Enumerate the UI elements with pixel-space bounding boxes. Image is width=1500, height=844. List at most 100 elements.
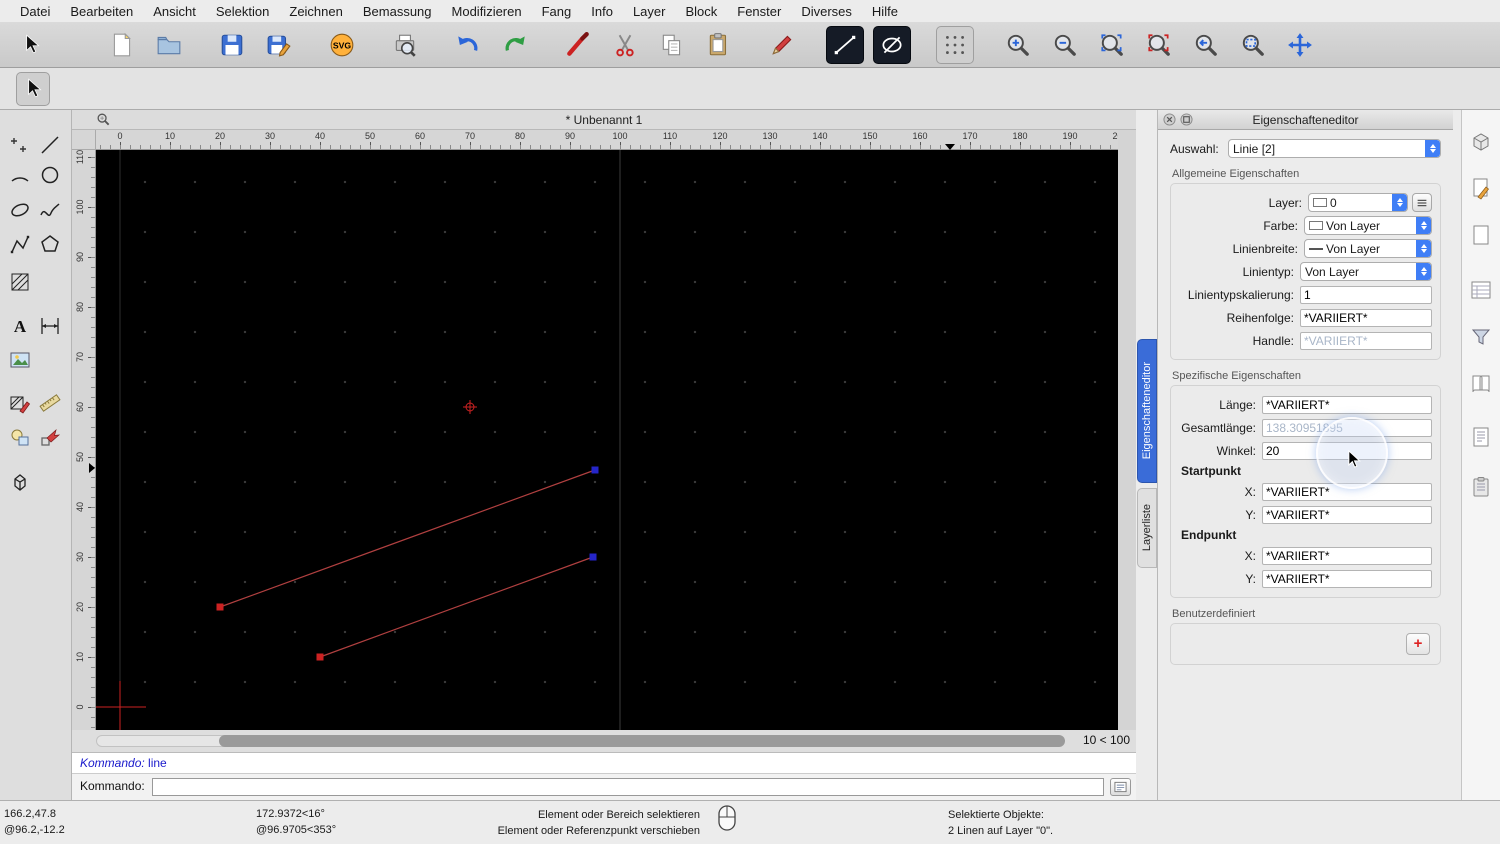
- end-x-input[interactable]: [1262, 547, 1432, 565]
- absolute-coordinates: 166.2,47.8: [4, 806, 65, 822]
- end-y-input[interactable]: [1262, 570, 1432, 588]
- tab-property-editor[interactable]: Eigenschafteneditor: [1137, 339, 1157, 483]
- menu-item-fenster[interactable]: Fenster: [727, 4, 791, 19]
- v-ruler-tick: 20: [75, 602, 85, 612]
- draw-order-input[interactable]: [1300, 309, 1432, 327]
- start-x-label: X:: [1179, 485, 1258, 499]
- menu-item-block[interactable]: Block: [675, 4, 727, 19]
- absolute-polar: 172.9372<16°: [256, 806, 336, 822]
- viewports-panel-button[interactable]: [1466, 127, 1496, 157]
- lineweight-combo[interactable]: Von Layer: [1304, 239, 1432, 258]
- menu-item-selektion[interactable]: Selektion: [206, 4, 279, 19]
- command-history-panel-button[interactable]: [1466, 422, 1496, 452]
- selection-tool-button[interactable]: [12, 26, 50, 64]
- undo-button[interactable]: [449, 26, 487, 64]
- menu-item-layer[interactable]: Layer: [623, 4, 676, 19]
- solid-tools-button[interactable]: [5, 467, 35, 497]
- add-custom-property-button[interactable]: +: [1406, 633, 1430, 655]
- selection-pointer-button[interactable]: [16, 72, 50, 106]
- print-preview-button[interactable]: [386, 26, 424, 64]
- spline-tools-button[interactable]: [35, 195, 65, 225]
- menu-item-bearbeiten[interactable]: Bearbeiten: [60, 4, 143, 19]
- measure-tools-button[interactable]: [35, 388, 65, 418]
- image-tool-button[interactable]: [5, 345, 35, 375]
- zoom-previous-button[interactable]: [1187, 26, 1225, 64]
- menu-item-ansicht[interactable]: Ansicht: [143, 4, 206, 19]
- command-row: Kommando:: [72, 773, 1136, 800]
- tab-layer-list[interactable]: Layerliste: [1137, 488, 1157, 568]
- menu-item-zeichnen[interactable]: Zeichnen: [279, 4, 352, 19]
- grid-toggle-button[interactable]: [936, 26, 974, 64]
- cut-button[interactable]: [606, 26, 644, 64]
- redo-button[interactable]: [496, 26, 534, 64]
- menu-item-datei[interactable]: Datei: [10, 4, 60, 19]
- selection-filter-panel-button[interactable]: [1466, 322, 1496, 352]
- circle-tools-button[interactable]: [35, 160, 65, 190]
- color-combo[interactable]: Von Layer: [1304, 216, 1432, 235]
- zoom-selection-button[interactable]: [1140, 26, 1178, 64]
- horizontal-scrollbar-thumb[interactable]: [219, 735, 1065, 747]
- menu-item-modifizieren[interactable]: Modifizieren: [442, 4, 532, 19]
- layer-menu-button[interactable]: [1412, 193, 1432, 212]
- svg-export-button[interactable]: SVG: [323, 26, 361, 64]
- right-dock-bar: [1461, 110, 1500, 800]
- dimension-tools-button[interactable]: [35, 311, 65, 341]
- mouse-hint-icon: [718, 805, 736, 834]
- command-options-button[interactable]: [1110, 778, 1131, 796]
- h-ruler-tick: 110: [663, 131, 677, 141]
- line-tools-button[interactable]: [35, 130, 65, 160]
- specific-section: Länge: Gesamtlänge: Winkel: Startpunkt X…: [1170, 385, 1441, 598]
- polygon-tools-button[interactable]: [35, 230, 65, 260]
- length-input[interactable]: [1262, 396, 1432, 414]
- text-tool-button[interactable]: A: [5, 311, 35, 341]
- menu-item-info[interactable]: Info: [581, 4, 623, 19]
- point-tools-button[interactable]: [5, 130, 35, 160]
- color-label: Farbe:: [1179, 219, 1300, 233]
- linetype-scale-input[interactable]: [1300, 286, 1432, 304]
- property-pen-button[interactable]: [763, 26, 801, 64]
- panel-close-icon[interactable]: [1163, 113, 1176, 126]
- horizontal-scrollbar-track[interactable]: [96, 735, 1062, 747]
- h-ruler-tick: 130: [762, 131, 777, 141]
- properties-header: Eigenschafteneditor: [1158, 110, 1453, 130]
- property-list-panel-button[interactable]: [1466, 275, 1496, 305]
- shape-tools-button[interactable]: [5, 423, 35, 453]
- ellipse-tools-button[interactable]: [5, 195, 35, 225]
- zoom-window-button[interactable]: [1234, 26, 1272, 64]
- drawing-canvas[interactable]: [96, 150, 1118, 730]
- save-button[interactable]: [213, 26, 251, 64]
- hatch-tools-button[interactable]: [5, 267, 35, 297]
- zoom-in-button[interactable]: [999, 26, 1037, 64]
- panel-float-icon[interactable]: [1180, 113, 1193, 126]
- library-browser-panel-button[interactable]: [1466, 368, 1496, 398]
- delete-button[interactable]: [559, 26, 597, 64]
- line-tool-button[interactable]: [826, 26, 864, 64]
- linetype-combo[interactable]: Von Layer: [1300, 262, 1432, 281]
- pattern-tools-button[interactable]: [5, 388, 35, 418]
- h-ruler-tick: 90: [565, 131, 575, 141]
- polyline-tools-button[interactable]: [5, 230, 35, 260]
- menu-item-hilfe[interactable]: Hilfe: [862, 4, 908, 19]
- clipboard-panel-button[interactable]: [1466, 472, 1496, 502]
- layer-combo[interactable]: 0: [1308, 193, 1408, 212]
- sheet-panel-button[interactable]: [1466, 220, 1496, 250]
- ellipse-tool-button[interactable]: [873, 26, 911, 64]
- auto-zoom-button[interactable]: [1093, 26, 1131, 64]
- command-prompt-label: Kommando:: [80, 779, 145, 793]
- menu-item-fang[interactable]: Fang: [532, 4, 582, 19]
- new-file-button[interactable]: [103, 26, 141, 64]
- open-file-button[interactable]: [150, 26, 188, 64]
- arc-tools-button[interactable]: [5, 160, 35, 190]
- start-y-input[interactable]: [1262, 506, 1432, 524]
- zoom-out-button[interactable]: [1046, 26, 1084, 64]
- paste-button[interactable]: [700, 26, 738, 64]
- command-input[interactable]: [152, 778, 1104, 796]
- modify-tools-button[interactable]: [35, 423, 65, 453]
- copy-button[interactable]: [653, 26, 691, 64]
- annotation-panel-button[interactable]: [1466, 173, 1496, 203]
- menu-item-bemassung[interactable]: Bemassung: [353, 4, 442, 19]
- menu-item-diverses[interactable]: Diverses: [791, 4, 862, 19]
- selection-combo[interactable]: Linie [2]: [1228, 139, 1441, 158]
- save-as-button[interactable]: [260, 26, 298, 64]
- pan-button[interactable]: [1281, 26, 1319, 64]
